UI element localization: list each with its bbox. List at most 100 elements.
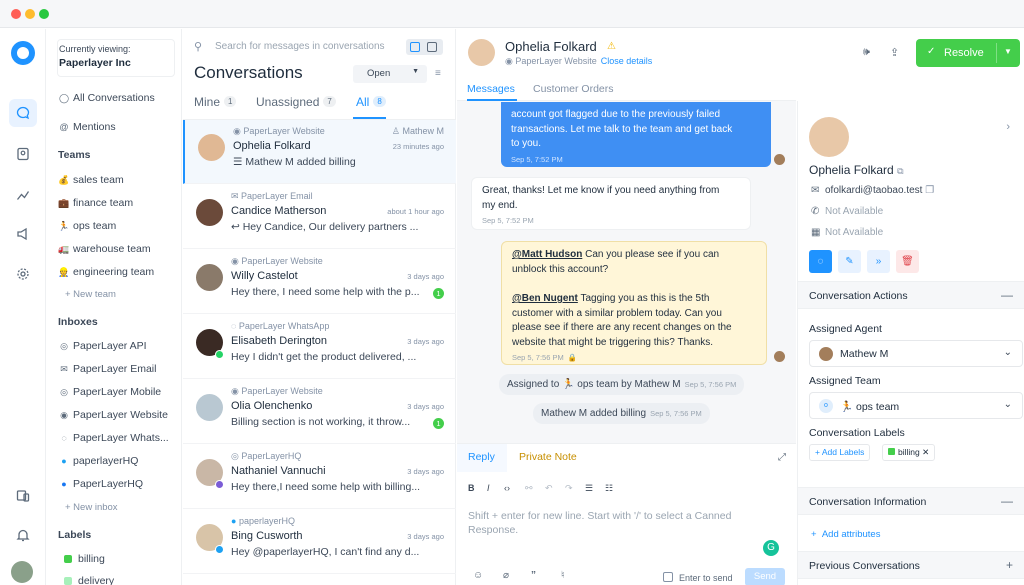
external-link-icon[interactable]: ⧉: [897, 166, 903, 176]
conversation-item[interactable]: ✉ PaperLayer Email Candice Matherson abo…: [183, 185, 456, 249]
sidebar-item-all-conversations[interactable]: ◯ All Conversations: [58, 89, 155, 107]
mention-tag[interactable]: @Matt Hudson: [512, 249, 582, 260]
close-details-link[interactable]: Close details: [601, 56, 653, 66]
conversations-nav-icon[interactable]: [9, 99, 37, 127]
share-icon[interactable]: ⇪: [890, 46, 899, 59]
delete-contact-button[interactable]: 🗑: [896, 250, 919, 273]
link-button[interactable]: ⚯: [525, 483, 533, 494]
expand-icon[interactable]: ⤢: [778, 452, 786, 463]
conversation-item[interactable]: ◉ PaperLayer Website ♙ Mathew M Ophelia …: [183, 120, 456, 184]
sidebar-item-inbox[interactable]: ◎ PaperLayer API: [58, 337, 146, 355]
sidebar-item-mentions[interactable]: @ Mentions: [58, 118, 115, 136]
close-window-button[interactable]: [11, 9, 21, 19]
conversation-item[interactable]: ◎ PaperLayerHQ Nathaniel Vannuchi 3 days…: [183, 445, 456, 509]
expand-icon[interactable]: +: [1006, 558, 1013, 572]
code-button[interactable]: ‹›: [504, 483, 510, 493]
merge-contact-button[interactable]: »: [867, 250, 890, 273]
chevron-down-icon: ▼: [412, 68, 419, 75]
sidebar-item-label-delivery[interactable]: delivery: [58, 572, 114, 585]
conversation-information-section[interactable]: Conversation Information —: [798, 487, 1024, 515]
campaigns-nav-icon[interactable]: [9, 220, 37, 248]
bold-button[interactable]: B: [468, 483, 475, 493]
grammarly-icon[interactable]: G: [763, 540, 779, 556]
tab-messages[interactable]: Messages: [467, 83, 515, 95]
agent-avatar: [774, 154, 785, 165]
microphone-icon[interactable]: ♮: [561, 570, 565, 581]
sidebar-item-team[interactable]: 🏃 ops team: [58, 217, 116, 235]
italic-button[interactable]: I: [487, 483, 490, 493]
mute-icon[interactable]: 🕪: [863, 46, 870, 59]
switch-account-icon[interactable]: [9, 482, 37, 510]
assigned-team-select[interactable]: o 🏃 ops team ⌄: [809, 392, 1023, 419]
tab-mine[interactable]: Mine 1: [194, 95, 237, 109]
new-team-link[interactable]: + New team: [65, 289, 116, 300]
condensed-layout-icon[interactable]: [427, 42, 437, 52]
notifications-bell-icon[interactable]: [9, 521, 37, 549]
contact-avatar: [198, 134, 225, 161]
conversation-item[interactable]: ◉ PaperLayer Website Olia Olenchenko 3 d…: [183, 380, 456, 444]
account-switcher[interactable]: Currently viewing: Paperlayer Inc: [57, 39, 175, 77]
sidebar-item-label: sales team: [73, 174, 124, 186]
copy-icon[interactable]: ❐: [925, 185, 934, 196]
agent-avatar: [819, 347, 833, 361]
layout-toggle[interactable]: [406, 39, 443, 55]
sidebar-item-team[interactable]: 🚛 warehouse team: [58, 240, 150, 258]
bullet-list-button[interactable]: ☰: [585, 483, 593, 494]
conversation-actions-section[interactable]: Conversation Actions —: [798, 281, 1024, 309]
tab-count: 7: [323, 96, 336, 107]
collapse-icon[interactable]: —: [1001, 288, 1013, 302]
sidebar-item-inbox[interactable]: ✉ PaperLayer Email: [58, 360, 156, 378]
conversation-item[interactable]: ◉ PaperLayer Website Willy Castelot 3 da…: [183, 250, 456, 314]
sidebar-item-team[interactable]: 👷 engineering team: [58, 263, 154, 281]
sidebar-item-inbox[interactable]: ● PaperLayerHQ: [58, 475, 143, 493]
tab-private-note[interactable]: Private Note: [519, 451, 577, 463]
attachment-icon[interactable]: ⌀: [503, 570, 509, 581]
enter-to-send-checkbox[interactable]: [663, 572, 673, 582]
tab-unassigned[interactable]: Unassigned 7: [256, 95, 336, 109]
assigned-agent-select[interactable]: Mathew M ⌄: [809, 340, 1023, 367]
new-message-button[interactable]: ◌: [809, 250, 832, 273]
reply-input[interactable]: Shift + enter for new line. Start with '…: [468, 509, 758, 537]
status-filter-select[interactable]: Open ▼: [353, 65, 427, 83]
settings-nav-icon[interactable]: [9, 260, 37, 288]
expanded-layout-icon[interactable]: [410, 42, 420, 52]
contacts-nav-icon[interactable]: [9, 140, 37, 168]
contact-name: Bing Cusworth: [231, 530, 303, 542]
sidebar-item-team[interactable]: 💼 finance team: [58, 194, 133, 212]
sidebar-item-inbox[interactable]: ◎ PaperLayer Mobile: [58, 383, 161, 401]
mention-tag[interactable]: @Ben Nugent: [512, 293, 578, 304]
resolve-button[interactable]: ✓ Resolve ▼: [916, 39, 1020, 67]
chevron-right-icon[interactable]: ›: [1006, 121, 1010, 133]
reports-nav-icon[interactable]: [9, 180, 37, 208]
new-inbox-link[interactable]: + New inbox: [65, 502, 118, 513]
send-button[interactable]: Send: [745, 568, 785, 585]
add-labels-button[interactable]: + Add Labels: [809, 444, 871, 461]
filter-icon[interactable]: ≡: [435, 68, 441, 79]
search-placeholder: Search for messages in conversations: [215, 41, 385, 52]
chevron-down-icon[interactable]: ▼: [1004, 47, 1012, 56]
conversation-item[interactable]: ● paperlayerHQ Bing Cusworth 3 days ago …: [183, 510, 456, 574]
previous-conversations-section[interactable]: Previous Conversations +: [798, 551, 1024, 579]
sidebar-item-inbox[interactable]: ◉ PaperLayer Website: [58, 406, 168, 424]
sidebar-item-label-billing[interactable]: billing: [58, 550, 105, 568]
sidebar-item-inbox[interactable]: ● paperlayerHQ: [58, 452, 138, 470]
add-attributes-button[interactable]: + Add attributes: [811, 529, 880, 540]
tab-reply[interactable]: Reply: [468, 451, 495, 463]
minimize-window-button[interactable]: [25, 9, 35, 19]
sidebar-item-inbox[interactable]: ◌ PaperLayer Whats...: [58, 429, 168, 447]
conversation-item[interactable]: ◌ PaperLayer WhatsApp Elisabeth Deringto…: [183, 315, 456, 379]
collapse-icon[interactable]: —: [1001, 494, 1013, 508]
tab-customer-orders[interactable]: Customer Orders: [533, 83, 614, 95]
redo-button[interactable]: ↷: [565, 483, 573, 494]
undo-button[interactable]: ↶: [545, 483, 553, 494]
user-avatar[interactable]: [11, 561, 33, 583]
emoji-icon[interactable]: ☺: [473, 570, 483, 581]
edit-contact-button[interactable]: ✎: [838, 250, 861, 273]
sidebar-item-team[interactable]: 💰 sales team: [58, 171, 124, 189]
maximize-window-button[interactable]: [39, 9, 49, 19]
globe-icon: ◉: [60, 409, 68, 420]
remove-label-icon[interactable]: ✕: [922, 447, 929, 457]
canned-response-icon[interactable]: ”: [531, 570, 536, 581]
tab-all[interactable]: All 8: [356, 95, 386, 109]
numbered-list-button[interactable]: ☷: [605, 483, 613, 494]
